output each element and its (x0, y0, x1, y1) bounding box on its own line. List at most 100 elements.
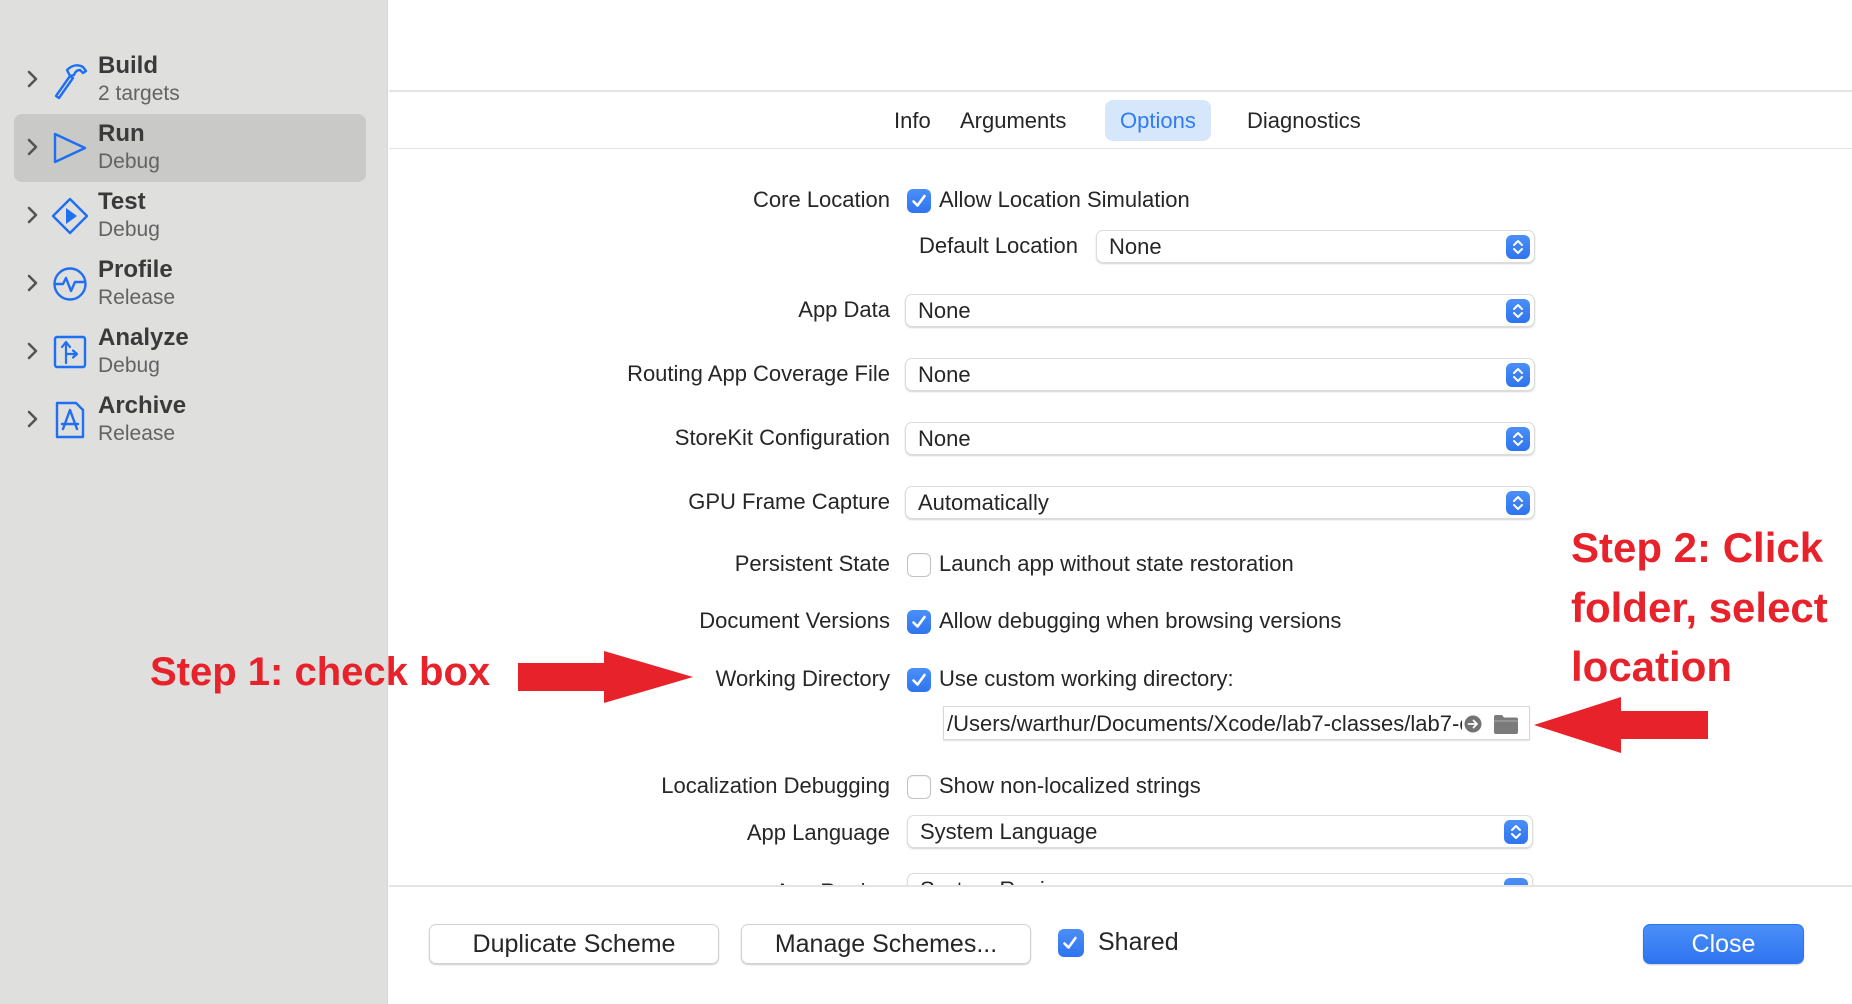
step1-arrow-icon (518, 651, 693, 703)
step2-annotation-line1: Step 2: Click (1571, 524, 1824, 571)
app-region-popup[interactable]: System Region (907, 873, 1533, 885)
core-location-label: Core Location (753, 187, 890, 212)
chevron-right-icon[interactable] (26, 272, 46, 296)
show-non-localized-strings-label: Show non-localized strings (939, 773, 1201, 798)
play-outline-icon (50, 126, 90, 170)
duplicate-scheme-button[interactable]: Duplicate Scheme (429, 924, 719, 964)
routing-app-coverage-file-label: Routing App Coverage File (627, 361, 890, 386)
close-button[interactable]: Close (1643, 924, 1804, 964)
allow-debugging-versions-label: Allow debugging when browsing versions (939, 608, 1342, 633)
tab-options[interactable]: Options (1105, 100, 1211, 141)
working-directory-label: Working Directory (715, 666, 890, 691)
chevron-right-icon[interactable] (26, 68, 46, 92)
storekit-configuration-label: StoreKit Configuration (674, 425, 890, 450)
manage-schemes-button[interactable]: Manage Schemes... (741, 924, 1031, 964)
up-down-chevron-icon (1506, 299, 1530, 323)
default-location-popup[interactable]: None (1096, 230, 1535, 263)
sidebar-item-title: Archive (98, 392, 187, 419)
hammer-icon (50, 58, 90, 102)
up-down-chevron-icon (1506, 491, 1530, 515)
use-custom-working-directory-label: Use custom working directory: (939, 666, 1234, 691)
show-non-localized-strings-checkbox[interactable] (907, 775, 931, 799)
chevron-right-icon[interactable] (26, 408, 46, 432)
routing-app-coverage-file-popup[interactable]: None (905, 358, 1535, 391)
sidebar-item-title: Analyze (98, 324, 189, 351)
persistent-state-label: Persistent State (734, 551, 890, 576)
sidebar-item-title: Profile (98, 256, 173, 283)
app-language-popup[interactable]: System Language (907, 815, 1533, 848)
sidebar-item-archive[interactable]: Archive Release (14, 386, 366, 454)
routing-app-coverage-file-value: None (918, 362, 971, 387)
app-region-value: System Region (920, 874, 1069, 885)
sidebar-item-subtitle: 2 targets (98, 82, 180, 105)
chevron-right-icon[interactable] (26, 340, 46, 364)
checkmark-icon (912, 615, 926, 628)
chevron-right-icon[interactable] (26, 136, 46, 160)
gpu-frame-capture-popup[interactable]: Automatically (905, 486, 1535, 519)
sidebar-item-subtitle: Debug (98, 218, 160, 241)
app-data-value: None (918, 298, 971, 323)
scheme-action-sidebar: Build 2 targets Run Debug Test Debug Pro… (0, 0, 388, 1004)
sidebar-item-subtitle: Debug (98, 150, 160, 173)
up-down-chevron-icon (1504, 878, 1528, 885)
gpu-frame-capture-label: GPU Frame Capture (688, 489, 890, 514)
gpu-frame-capture-value: Automatically (918, 490, 1049, 515)
shared-label: Shared (1098, 928, 1179, 956)
checkmark-icon (912, 194, 926, 207)
folder-icon[interactable] (1493, 713, 1519, 735)
shared-checkbox[interactable] (1058, 929, 1084, 957)
allow-location-simulation-checkbox[interactable] (907, 189, 931, 213)
sidebar-item-build[interactable]: Build 2 targets (14, 46, 366, 114)
up-down-chevron-icon (1506, 363, 1530, 387)
branch-square-icon (50, 330, 90, 374)
tab-diagnostics[interactable]: Diagnostics (1232, 100, 1376, 141)
app-language-label: App Language (746, 820, 890, 845)
sidebar-item-run[interactable]: Run Debug (14, 114, 366, 182)
diamond-play-icon (50, 194, 90, 238)
chevron-right-icon[interactable] (26, 204, 46, 228)
app-store-document-icon (50, 398, 90, 442)
launch-without-state-restoration-label: Launch app without state restoration (939, 551, 1294, 576)
sidebar-item-test[interactable]: Test Debug (14, 182, 366, 250)
working-directory-path[interactable]: /Users/warthur/Documents/Xcode/lab7-clas… (947, 707, 1462, 739)
default-location-label: Default Location (919, 233, 1078, 258)
tab-info[interactable]: Info (879, 100, 946, 141)
app-data-label: App Data (798, 297, 890, 322)
sidebar-item-title: Run (98, 120, 145, 147)
sidebar-item-profile[interactable]: Profile Release (14, 250, 366, 318)
launch-without-state-restoration-checkbox[interactable] (907, 553, 931, 577)
storekit-configuration-popup[interactable]: None (905, 422, 1535, 455)
default-location-value: None (1109, 234, 1162, 259)
app-language-value: System Language (920, 819, 1098, 844)
sidebar-item-subtitle: Release (98, 286, 176, 309)
clipped-app-region-row: App Region System Region (389, 868, 1852, 885)
app-data-popup[interactable]: None (905, 294, 1535, 327)
storekit-configuration-value: None (918, 426, 971, 451)
document-versions-label: Document Versions (699, 608, 890, 633)
step1-annotation: Step 1: check box (150, 650, 491, 694)
use-custom-working-directory-checkbox[interactable] (907, 668, 931, 692)
header-divider (389, 90, 1852, 92)
sidebar-item-analyze[interactable]: Analyze Debug (14, 318, 366, 386)
checkmark-icon (912, 673, 926, 686)
reveal-arrow-icon[interactable] (1464, 715, 1482, 733)
allow-location-simulation-label: Allow Location Simulation (939, 187, 1190, 212)
sidebar-item-title: Test (98, 188, 146, 215)
step2-annotation-line3: location (1571, 643, 1733, 690)
step2-arrow-icon (1534, 697, 1708, 753)
localization-debugging-label: Localization Debugging (661, 773, 890, 798)
up-down-chevron-icon (1504, 820, 1528, 844)
tab-divider (389, 148, 1852, 149)
sidebar-item-subtitle: Release (98, 422, 176, 445)
tab-arguments[interactable]: Arguments (945, 100, 1081, 141)
up-down-chevron-icon (1506, 427, 1530, 451)
footer-divider (389, 885, 1852, 887)
scheme-tab-bar: Info Arguments Options Diagnostics (389, 100, 1852, 142)
allow-debugging-versions-checkbox[interactable] (907, 610, 931, 634)
sidebar-item-title: Build (98, 52, 158, 79)
step2-annotation-line2: folder, select (1571, 584, 1828, 631)
working-directory-path-field[interactable]: /Users/warthur/Documents/Xcode/lab7-clas… (943, 706, 1530, 740)
checkmark-icon (1063, 936, 1077, 949)
up-down-chevron-icon (1506, 235, 1530, 259)
waveform-circle-icon (50, 262, 90, 306)
